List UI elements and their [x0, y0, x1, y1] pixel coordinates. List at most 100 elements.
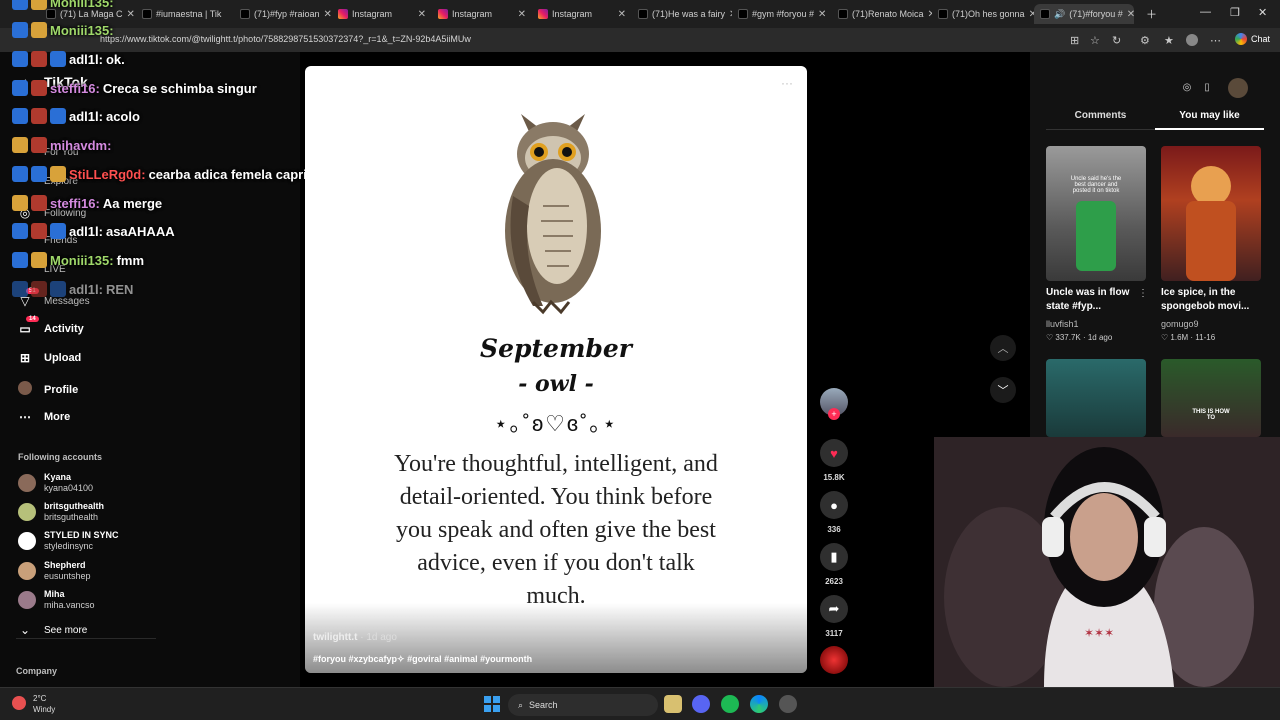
browser-tab[interactable]: (71)#fyp #raioan ✕ [234, 4, 332, 24]
activity-badge: 14 [26, 316, 39, 322]
weather-description[interactable]: Windy [33, 705, 55, 714]
badge-icon [50, 223, 66, 239]
card-user[interactable]: gomugo9 [1161, 319, 1199, 329]
mobile-icon[interactable]: ▯ [1198, 78, 1216, 96]
browser-tab-active[interactable]: 🔊 (71)#foryou # ✕ [1034, 4, 1134, 24]
video-thumbnail[interactable]: THIS IS HOW TO [1161, 359, 1261, 437]
apps-icon[interactable]: ⊞ [1070, 34, 1079, 47]
menu-icon[interactable]: ⋯ [1210, 34, 1221, 47]
edge-icon[interactable] [750, 695, 768, 713]
close-tab-icon[interactable]: ✕ [127, 9, 136, 20]
see-more-button[interactable]: ⌄ See more [18, 623, 87, 637]
nav-more[interactable]: ⋯ More [18, 410, 70, 424]
chat-message: StiLLeRg0d: cearba adica femela caprioara [12, 166, 334, 182]
heart-icon: ♥ [820, 439, 848, 467]
discord-icon[interactable] [692, 695, 710, 713]
company-link[interactable]: Company [16, 666, 57, 676]
chat-message: steffi16: Creca se schimba singur [12, 80, 257, 96]
video-author[interactable]: twilightt.t · 1d ago [313, 632, 397, 643]
following-account[interactable]: britsguthealth britsguthealth [18, 501, 104, 523]
maximize-icon[interactable]: ❐ [1230, 6, 1240, 19]
browser-tab[interactable]: Instagram ✕ [332, 4, 432, 24]
embed-icon[interactable]: ◎ [1178, 78, 1196, 96]
nav-activity[interactable]: ▭ 14 Activity [18, 316, 84, 336]
minimize-icon[interactable]: — [1200, 6, 1211, 18]
browser-tab[interactable]: (71)He was a fairy✕ [632, 4, 732, 24]
save-button[interactable]: ▮ 2623 [820, 543, 848, 586]
card-title[interactable]: Uncle was in flow state #fyp... [1046, 286, 1146, 314]
browser-tab[interactable]: (71)Oh hes gonna ✕ [932, 4, 1034, 24]
instagram-icon [438, 9, 448, 19]
following-account[interactable]: STYLED IN SYNC styledinsync [18, 530, 119, 552]
file-explorer-icon[interactable] [664, 695, 682, 713]
follow-plus-icon[interactable]: + [828, 408, 840, 420]
favorites-icon[interactable]: ★ [1164, 34, 1174, 47]
tiktok-icon [142, 9, 152, 19]
video-thumbnail[interactable] [1046, 359, 1146, 437]
taskbar-search[interactable]: ⌕ Search [508, 694, 658, 716]
svg-text:✶✶✶: ✶✶✶ [1084, 626, 1114, 640]
browser-tab[interactable]: Instagram ✕ [432, 4, 532, 24]
like-button[interactable]: ♥ 15.8K [820, 439, 848, 482]
browser-tab[interactable]: Instagram ✕ [532, 4, 632, 24]
badge-icon [31, 281, 47, 297]
weather-icon[interactable] [12, 696, 26, 710]
decoration-text: ⋆｡˚ʚ♡ɞ˚｡⋆ [493, 411, 619, 436]
tiktok-icon [838, 9, 848, 19]
video-thumbnail[interactable] [1161, 146, 1261, 281]
avatar [18, 532, 36, 550]
close-tab-icon[interactable]: ✕ [818, 9, 832, 20]
windows-start-icon[interactable] [484, 696, 500, 712]
following-account[interactable]: Shepherd eusuntshep [18, 560, 91, 582]
copilot-chat-button[interactable]: Chat [1234, 33, 1270, 45]
nav-profile[interactable]: Profile [18, 381, 78, 398]
video-hashtags[interactable]: #foryou #xzybcafyp✧ #goviral #animal #yo… [313, 654, 532, 665]
badge-icon [12, 281, 28, 297]
close-window-icon[interactable]: ✕ [1258, 6, 1267, 19]
bookmark-star-icon[interactable]: ☆ [1090, 34, 1100, 47]
share-button[interactable]: ➦ 3117 [820, 595, 848, 638]
video-player[interactable]: ··· September - owl - ⋆｡˚ʚ♡ɞ˚｡⋆ You're t… [305, 66, 807, 673]
close-tab-icon[interactable]: ✕ [1127, 9, 1134, 20]
close-tab-icon[interactable]: ✕ [618, 9, 632, 20]
card-user[interactable]: lluvfish1 [1046, 319, 1079, 329]
close-tab-icon[interactable]: ✕ [518, 9, 532, 20]
following-account[interactable]: Miha miha.vancso [18, 589, 95, 611]
music-disc[interactable] [820, 646, 848, 674]
video-thumbnail[interactable]: Uncle said he's the best dancer and post… [1046, 146, 1146, 281]
chevron-down-icon: ﹀ [997, 385, 1009, 397]
browser-tab[interactable]: #iumaestna | Tik [136, 4, 234, 24]
tab-comments[interactable]: Comments [1046, 110, 1155, 121]
badge-icon [31, 80, 47, 96]
new-tab-icon[interactable]: ＋ [1146, 6, 1157, 22]
spotify-icon[interactable] [721, 695, 739, 713]
upload-icon: ⊞ [19, 351, 31, 365]
browser-tab[interactable]: (71)Renato Moica ✕ [832, 4, 932, 24]
comment-button[interactable]: ● 336 [820, 491, 848, 534]
url-field[interactable]: https://www.tiktok.com/@twilightt.t/phot… [100, 34, 471, 44]
creator-avatar[interactable]: + [820, 388, 848, 420]
browser-tab[interactable]: #gym #foryou # ✕ [732, 4, 832, 24]
refresh-icon[interactable]: ↻ [1112, 34, 1121, 47]
speaker-icon: 🔊 [1054, 8, 1066, 19]
profile-avatar[interactable] [1186, 34, 1198, 46]
nav-upload[interactable]: ⊞ Upload [18, 351, 81, 365]
following-account[interactable]: Kyana kyana04100 [18, 472, 93, 494]
weather-temperature[interactable]: 2°C [33, 694, 46, 703]
browser-tab-bar: (71) La Maga C ✕ #iumaestna | Tik (71)#fy… [0, 0, 1280, 28]
close-tab-icon[interactable]: ✕ [324, 9, 332, 20]
obs-icon[interactable] [779, 695, 797, 713]
chat-message: adl1l: acolo [12, 108, 140, 124]
extensions-icon[interactable]: ⚙ [1140, 34, 1150, 47]
close-tab-icon[interactable]: ✕ [418, 9, 432, 20]
tab-you-may-like[interactable]: You may like [1155, 110, 1264, 130]
profile-avatar[interactable] [1228, 78, 1248, 98]
next-video-button[interactable]: ﹀ [990, 377, 1016, 403]
more-options-icon[interactable]: ··· [781, 76, 793, 90]
month-title: September [480, 334, 632, 363]
card-more-icon[interactable]: ⋮ [1138, 288, 1148, 299]
bookmark-icon: ▮ [820, 543, 848, 571]
previous-video-button[interactable]: ︿ [990, 335, 1016, 361]
card-title[interactable]: Ice spice, in the spongebob movi... [1161, 286, 1261, 314]
description-text: You're thoughtful, intelligent, and deta… [394, 451, 718, 609]
